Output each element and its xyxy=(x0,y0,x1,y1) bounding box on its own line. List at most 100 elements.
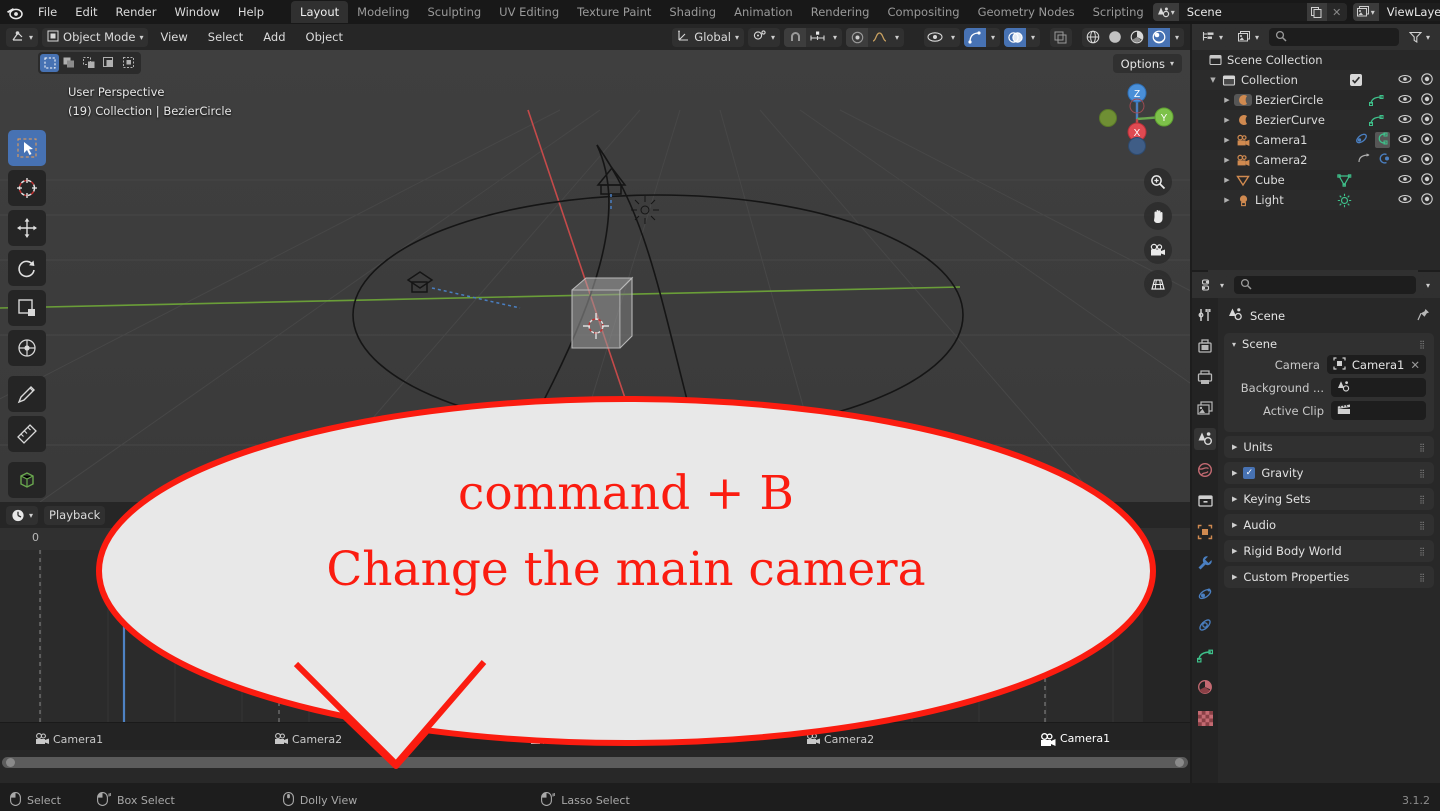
select-extend-icon[interactable] xyxy=(60,54,79,72)
outliner-row-beziercurve[interactable]: ▶ BezierCurve xyxy=(1192,110,1440,130)
viewport-menu-view[interactable]: View xyxy=(152,28,195,46)
pan-hand-icon[interactable] xyxy=(1144,202,1172,230)
select-invert-icon[interactable] xyxy=(100,54,119,72)
tab-scripting[interactable]: Scripting xyxy=(1084,1,1153,23)
select-set-icon[interactable] xyxy=(40,54,59,72)
playback-dropdown[interactable]: Playback xyxy=(44,505,106,525)
eye-icon[interactable] xyxy=(1398,153,1412,167)
collection-checkbox[interactable] xyxy=(1350,74,1362,86)
remove-scene-button[interactable]: ✕ xyxy=(1326,3,1347,21)
properties-search-input[interactable] xyxy=(1234,276,1416,294)
animation-data-icon[interactable] xyxy=(1355,132,1369,148)
output-properties-tab[interactable] xyxy=(1194,366,1216,388)
annotate-tool[interactable] xyxy=(8,376,46,412)
overlay-controls[interactable]: ▾ xyxy=(1004,27,1040,47)
scene-selector[interactable]: ▾ Scene ✕ xyxy=(1152,3,1347,21)
camera-render-icon[interactable] xyxy=(1420,192,1434,208)
render-properties-tab[interactable] xyxy=(1194,335,1216,357)
snap-controls[interactable]: ▾ xyxy=(784,27,842,47)
scale-tool[interactable] xyxy=(8,290,46,326)
measure-tool[interactable] xyxy=(8,416,46,452)
rendered-shading-icon[interactable] xyxy=(1148,27,1170,47)
camera-field[interactable]: Camera1 ✕ xyxy=(1326,355,1426,374)
expand-triangle-icon[interactable]: ▶ xyxy=(1220,96,1234,104)
solid-shading-icon[interactable] xyxy=(1104,28,1126,47)
panel-grip[interactable]: ⣿ xyxy=(1419,521,1426,530)
falloff-dropdown-caret[interactable]: ▾ xyxy=(890,28,904,47)
scene-properties-tab[interactable] xyxy=(1194,428,1216,450)
camera-render-icon[interactable] xyxy=(1420,132,1434,148)
navigation-gizmo[interactable]: Z Y X xyxy=(1098,80,1176,158)
marker-camera1-a[interactable]: Camera1 xyxy=(34,732,103,747)
snap-dropdown-caret[interactable]: ▾ xyxy=(828,28,842,47)
scroll-handle-left[interactable] xyxy=(6,757,15,767)
move-tool[interactable] xyxy=(8,210,46,246)
blender-logo-icon[interactable] xyxy=(6,2,23,22)
expand-triangle-icon[interactable]: ▶ xyxy=(1220,176,1234,184)
outliner-row-camera1[interactable]: ▶ Camera1 xyxy=(1192,130,1440,150)
panel-grip[interactable]: ⣿ xyxy=(1419,573,1426,582)
menu-window[interactable]: Window xyxy=(165,2,228,22)
tweak-tool[interactable] xyxy=(8,130,46,166)
tab-uv-editing[interactable]: UV Editing xyxy=(490,1,568,23)
custom-properties-panel[interactable]: ▶ Custom Properties ⣿ xyxy=(1224,566,1434,588)
data-properties-tab[interactable] xyxy=(1194,645,1216,667)
constraint-properties-tab[interactable] xyxy=(1194,614,1216,636)
select-subtract-icon[interactable] xyxy=(80,54,99,72)
timeline-editor-icon[interactable]: ▾ xyxy=(6,505,39,525)
view-layer-icon[interactable]: ▾ xyxy=(1352,3,1379,21)
menu-edit[interactable]: Edit xyxy=(66,2,106,22)
tab-geometry-nodes[interactable]: Geometry Nodes xyxy=(969,1,1084,23)
viewport-menu-object[interactable]: Object xyxy=(298,28,351,46)
tab-texture-paint[interactable]: Texture Paint xyxy=(568,1,660,23)
collection-properties-tab[interactable] xyxy=(1194,490,1216,512)
marker-camera1-selected[interactable]: Camera1 xyxy=(1039,732,1110,749)
viewlayer-selector[interactable]: ▾ ViewLayer ✕ xyxy=(1352,3,1440,21)
ortho-persp-toggle-icon[interactable] xyxy=(1144,270,1172,298)
timeline-scroll-track[interactable] xyxy=(2,756,1188,768)
scene-data-icon[interactable]: ▾ xyxy=(1152,3,1179,21)
units-panel[interactable]: ▶ Units ⣿ xyxy=(1224,436,1434,458)
camera-view-icon[interactable] xyxy=(1144,236,1172,264)
select-mode-bar[interactable] xyxy=(38,52,141,74)
material-preview-shading-icon[interactable] xyxy=(1126,28,1148,47)
outliner-row-collection[interactable]: ▼ Collection xyxy=(1192,70,1440,90)
expand-triangle-icon[interactable]: ▶ xyxy=(1220,196,1234,204)
animation-data-icon[interactable] xyxy=(1357,152,1371,168)
pin-icon[interactable] xyxy=(1417,308,1430,324)
timeline-ruler[interactable]: 0 xyxy=(0,528,1190,550)
outliner-filter-display-icon[interactable]: ▾ xyxy=(1233,27,1265,47)
add-cube-tool[interactable] xyxy=(8,462,46,498)
tab-sculpting[interactable]: Sculpting xyxy=(418,1,490,23)
panel-grip[interactable]: ⣿ xyxy=(1419,547,1426,556)
texture-properties-tab[interactable] xyxy=(1194,707,1216,729)
outliner-search-input[interactable] xyxy=(1269,28,1399,46)
viewlayer-name-field[interactable]: ViewLayer xyxy=(1378,3,1440,21)
tab-compositing[interactable]: Compositing xyxy=(878,1,968,23)
rotate-tool[interactable] xyxy=(8,250,46,286)
custom-properties-panel-header[interactable]: ▶ Custom Properties ⣿ xyxy=(1224,566,1434,588)
menu-render[interactable]: Render xyxy=(107,2,166,22)
tab-rendering[interactable]: Rendering xyxy=(802,1,879,23)
panel-grip[interactable]: ⣿ xyxy=(1419,443,1426,452)
outliner-row-beziercircle[interactable]: ▶ BezierCircle xyxy=(1192,90,1440,110)
gravity-panel[interactable]: ▶ ✓ Gravity ⣿ xyxy=(1224,462,1434,484)
pivot-point-dropdown[interactable]: ▾ xyxy=(747,27,780,47)
scene-name-field[interactable]: Scene xyxy=(1178,3,1307,21)
camera-clear-button[interactable]: ✕ xyxy=(1410,358,1420,372)
eye-visibility-icon[interactable] xyxy=(924,28,946,47)
menu-file[interactable]: File xyxy=(29,2,66,22)
proportional-falloff-icon[interactable] xyxy=(868,28,890,47)
physics-properties-tab[interactable] xyxy=(1194,583,1216,605)
eye-icon[interactable] xyxy=(1398,113,1412,127)
audio-panel[interactable]: ▶ Audio ⣿ xyxy=(1224,514,1434,536)
collection-expand-triangle-icon[interactable]: ▼ xyxy=(1206,76,1220,84)
gravity-panel-header[interactable]: ▶ ✓ Gravity ⣿ xyxy=(1224,462,1434,484)
viewport-options-button[interactable]: Options ▾ xyxy=(1112,54,1182,73)
keying-sets-panel-header[interactable]: ▶ Keying Sets ⣿ xyxy=(1224,488,1434,510)
camera-render-icon[interactable] xyxy=(1420,72,1434,88)
marker-camera2-a[interactable]: Camera2 xyxy=(273,732,342,747)
audio-panel-header[interactable]: ▶ Audio ⣿ xyxy=(1224,514,1434,536)
eye-icon[interactable] xyxy=(1398,193,1412,207)
gizmo-controls[interactable]: ▾ xyxy=(964,27,1000,47)
